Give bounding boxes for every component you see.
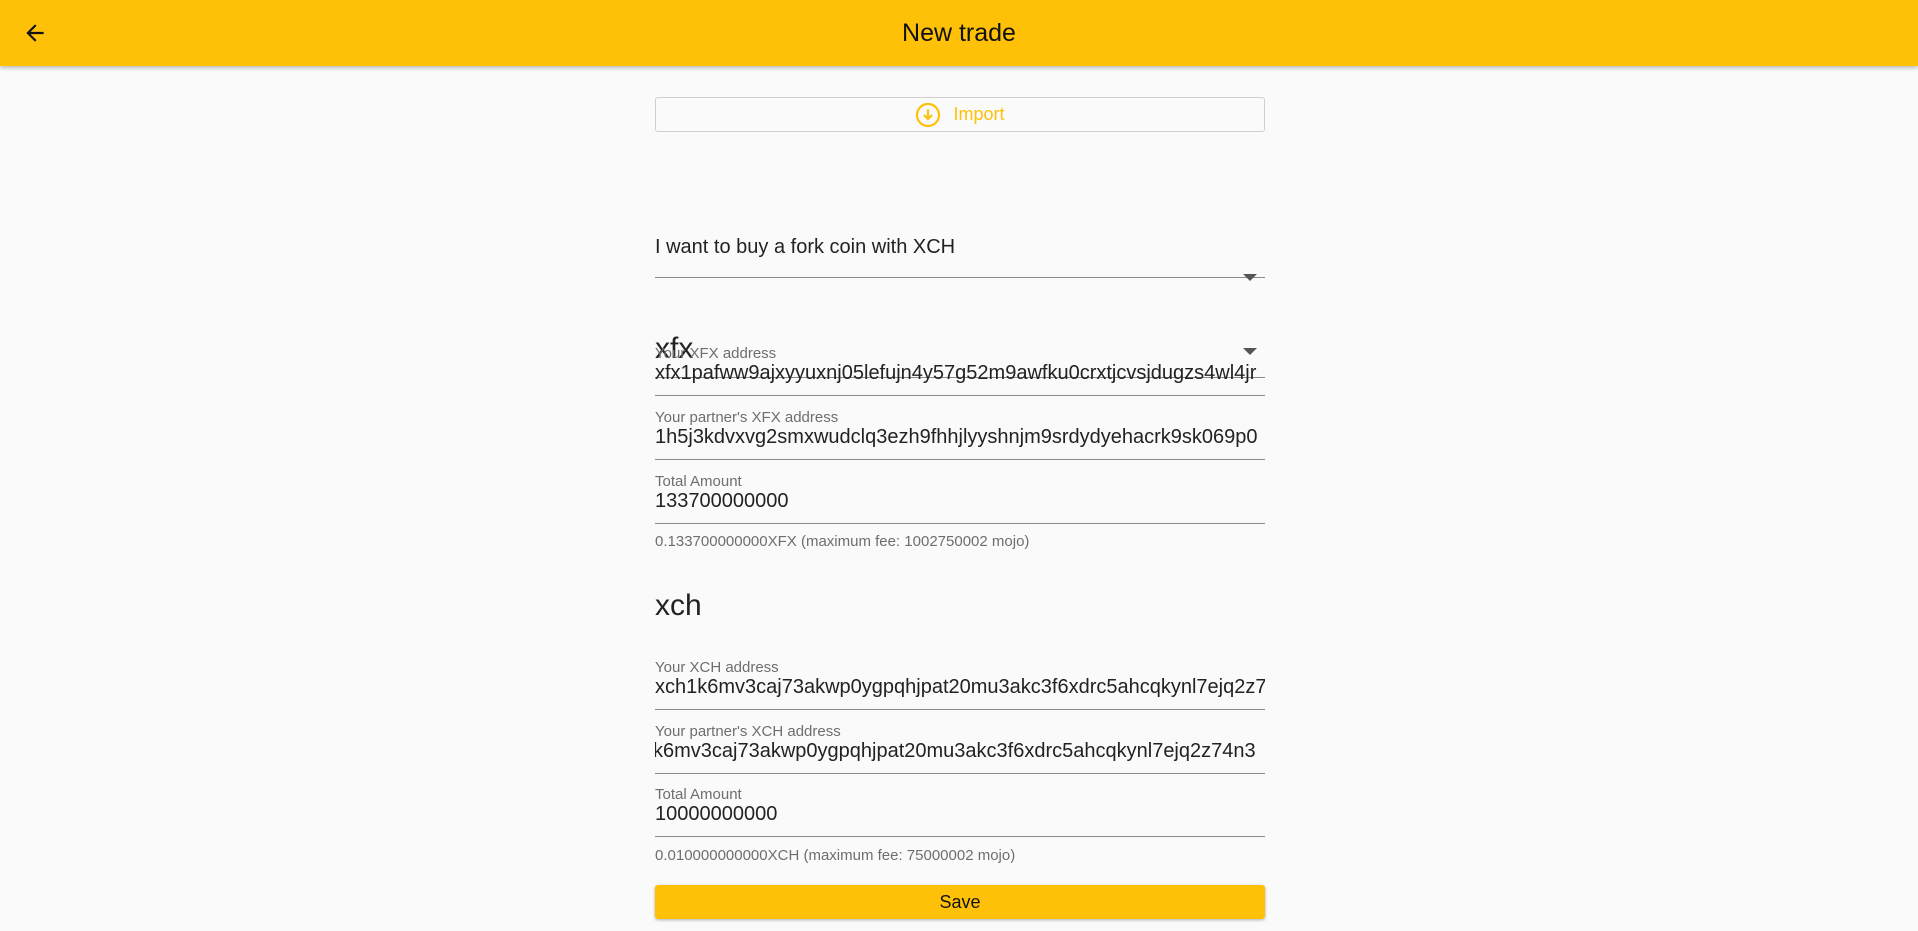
xch-total-amount-input[interactable]: 10000000000 (655, 803, 777, 826)
partner-xfx-address-field[interactable]: Your partner's XFX address 1h5j3kdvxvg2s… (655, 409, 1265, 460)
your-xfx-address-input[interactable]: xfx1pafww9ajxyyuxnj05lefujn4y57g52m9awfk… (655, 362, 1256, 385)
trade-type-value: I want to buy a fork coin with XCH (655, 236, 956, 258)
xfx-total-amount-field[interactable]: Total Amount 133700000000 (655, 473, 1265, 524)
your-xch-address-input[interactable]: xch1k6mv3caj73akwp0ygpqhjpat20mu3akc3f6x… (655, 676, 1265, 699)
xch-amount-helper: 0.010000000000XCH (maximum fee: 75000002… (655, 847, 1016, 864)
import-button-label: Import (953, 104, 1005, 124)
save-button[interactable]: Save (655, 885, 1265, 919)
xfx-amount-helper: 0.133700000000XFX (maximum fee: 10027500… (655, 533, 1030, 550)
partner-xch-address-input[interactable]: k6mv3caj73akwp0ygpqhjpat20mu3akc3f6xdrc5… (655, 740, 1256, 763)
xch-total-amount-field[interactable]: Total Amount 10000000000 (655, 786, 1265, 837)
your-xch-address-label: Your XCH address (655, 659, 779, 676)
app-bar: New trade (0, 0, 1918, 66)
partner-xfx-address-input[interactable]: 1h5j3kdvxvg2smxwudclq3ezh9fhhjlyyshnjm9s… (655, 426, 1258, 449)
trade-type-dropdown[interactable]: I want to buy a fork coin with XCH (655, 162, 1265, 281)
xch-total-amount-label: Total Amount (655, 786, 742, 803)
page-title: New trade (902, 19, 1016, 47)
dropdown-arrow-icon (1243, 274, 1257, 281)
your-xfx-address-label: Your XFX address (655, 345, 777, 362)
your-xch-address-field[interactable]: Your XCH address xch1k6mv3caj73akwp0ygpq… (655, 659, 1265, 710)
xch-section-heading: xch (655, 589, 702, 622)
xfx-total-amount-label: Total Amount (655, 473, 742, 490)
partner-xch-address-label: Your partner's XCH address (655, 723, 841, 740)
partner-xch-address-field[interactable]: Your partner's XCH address k6mv3caj73akw… (655, 723, 1265, 774)
your-xfx-address-field[interactable]: Your XFX address xfx1pafww9ajxyyuxnj05le… (655, 345, 1265, 396)
download-circle-icon (915, 102, 941, 128)
xfx-total-amount-input[interactable]: 133700000000 (655, 490, 788, 513)
partner-xfx-address-label: Your partner's XFX address (655, 409, 839, 426)
import-button[interactable]: Import (655, 97, 1265, 132)
save-button-label: Save (939, 891, 981, 912)
